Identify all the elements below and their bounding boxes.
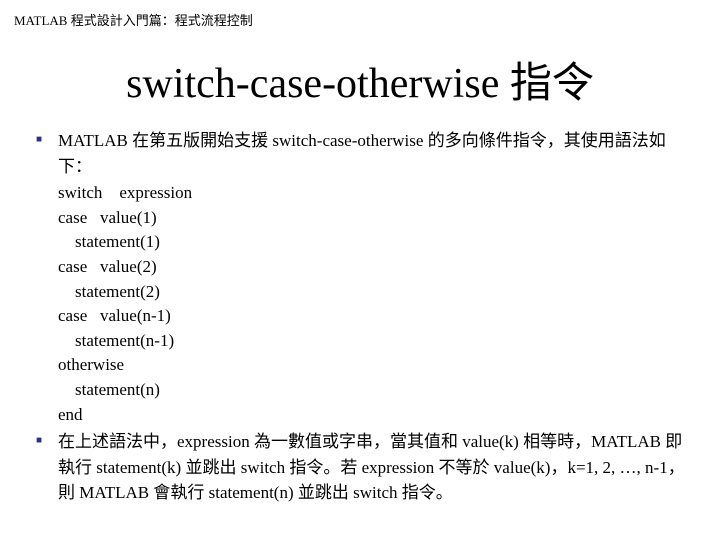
slide-header: MATLAB 程式設計入門篇：程式流程控制: [0, 0, 720, 29]
bullet-text: 在上述語法中，expression 為一數值或字串，當其值和 value(k) …: [58, 429, 690, 506]
bullet-marker: ■: [30, 429, 58, 506]
slide-title: switch-case-otherwise 指令: [0, 49, 720, 110]
bullet-item: ■ MATLAB 在第五版開始支援 switch-case-otherwise …: [30, 128, 690, 179]
bullet-marker: ■: [30, 128, 58, 179]
bullet-text: MATLAB 在第五版開始支援 switch-case-otherwise 的多…: [58, 128, 690, 179]
code-block: switch expression case value(1) statemen…: [58, 181, 690, 427]
content-area: ■ MATLAB 在第五版開始支援 switch-case-otherwise …: [0, 128, 720, 506]
bullet-item: ■ 在上述語法中，expression 為一數值或字串，當其值和 value(k…: [30, 429, 690, 506]
